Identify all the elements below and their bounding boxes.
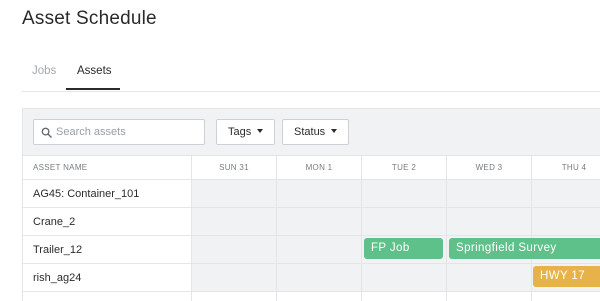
- day-cells: [191, 180, 600, 207]
- column-divider: [191, 156, 192, 301]
- schedule-grid: ASSET NAME SUN 31 MON 1 TUE 2 WED 3 THU …: [23, 156, 600, 301]
- day-header: MON 1: [305, 163, 333, 172]
- search-input[interactable]: [56, 120, 196, 144]
- chevron-down-icon: [257, 129, 264, 134]
- asset-name: AG45: Container_101: [33, 188, 140, 200]
- tab-bar: Jobs Assets: [22, 58, 600, 92]
- tags-filter-label: Tags: [228, 126, 252, 138]
- status-filter-button[interactable]: Status: [282, 119, 350, 145]
- tab-assets[interactable]: Assets: [77, 65, 112, 77]
- day-header: WED 3: [475, 163, 503, 172]
- column-divider: [531, 156, 532, 301]
- column-divider: [276, 156, 277, 301]
- column-divider: [446, 156, 447, 301]
- asset-row[interactable]: rish_ag24: [23, 264, 600, 292]
- active-tab-indicator: [66, 88, 120, 90]
- asset-name: Trailer_12: [33, 244, 83, 256]
- status-filter-label: Status: [294, 126, 326, 138]
- asset-name-column-header: ASSET NAME: [33, 163, 88, 172]
- toolbar: Tags Status: [23, 109, 600, 156]
- asset-schedule-panel: Tags Status ASSET NAME SUN 31 MON 1 TUE …: [22, 108, 600, 301]
- search-box[interactable]: [33, 119, 205, 145]
- search-icon: [41, 127, 52, 138]
- page-title: Asset Schedule: [22, 8, 157, 29]
- day-header: THU 4: [561, 163, 587, 172]
- event-fp-job[interactable]: FP Job: [364, 238, 443, 259]
- asset-row[interactable]: Crane_2: [23, 208, 600, 236]
- chevron-down-icon: [331, 129, 338, 134]
- day-cells: [191, 208, 600, 235]
- tags-filter-button[interactable]: Tags: [216, 119, 276, 145]
- day-header: SUN 31: [219, 163, 249, 172]
- day-header: TUE 2: [391, 163, 417, 172]
- tab-jobs[interactable]: Jobs: [32, 65, 56, 77]
- asset-row[interactable]: AG45: Container_101: [23, 180, 600, 208]
- event-hwy-17[interactable]: HWY 17: [533, 266, 600, 287]
- grid-header-row: ASSET NAME SUN 31 MON 1 TUE 2 WED 3 THU …: [23, 156, 600, 180]
- event-springfield-survey[interactable]: Springfield Survey: [449, 238, 600, 259]
- asset-name: rish_ag24: [33, 272, 82, 284]
- asset-name: Crane_2: [33, 216, 76, 228]
- column-divider: [361, 156, 362, 301]
